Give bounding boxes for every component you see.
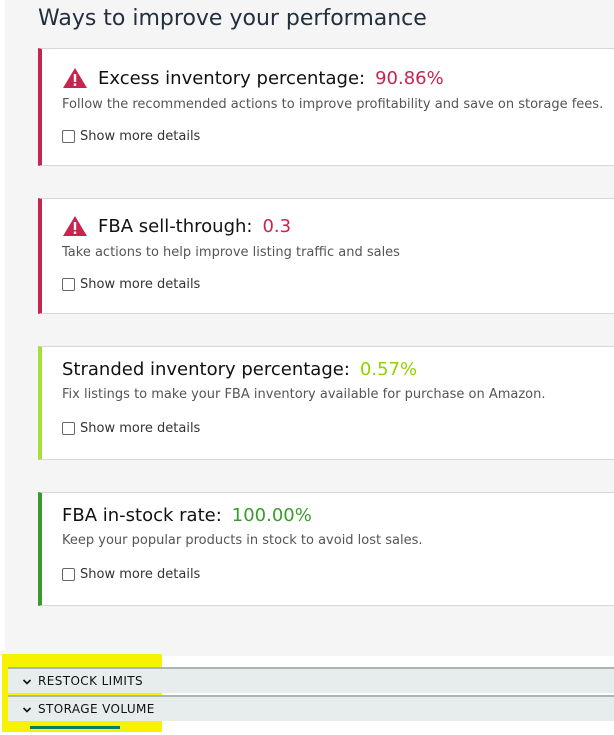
section-title: Ways to improve your performance [38,6,427,31]
storage-volume-label: STORAGE VOLUME [38,702,155,716]
card-fba-in-stock-rate: FBA in-stock rate: 100.00% Keep your pop… [38,492,614,606]
warning-triangle-icon [62,215,88,237]
card-header: Excess inventory percentage: 90.86% [62,67,444,89]
show-more-details-toggle[interactable]: Show more details [62,129,200,144]
show-more-details-toggle[interactable]: Show more details [62,277,200,292]
metric-label: Stranded inventory percentage: [62,359,350,380]
metric-value: 0.57% [359,359,418,380]
card-header: FBA sell-through: 0.3 [62,215,291,237]
show-more-details-toggle[interactable]: Show more details [62,567,200,582]
show-details-checkbox[interactable] [62,278,75,291]
metric-label: Excess inventory percentage: [98,67,366,89]
restock-limits-accordion[interactable]: RESTOCK LIMITS [8,667,614,693]
performance-panel: Ways to improve your performance Excess … [0,0,614,656]
show-details-checkbox[interactable] [62,422,75,435]
show-more-details-toggle[interactable]: Show more details [62,421,200,436]
show-details-label: Show more details [80,421,201,436]
show-details-label: Show more details [80,129,201,144]
show-details-checkbox[interactable] [62,568,75,581]
metric-value: 90.86% [375,67,444,89]
chevron-down-icon [20,674,34,688]
card-header: Stranded inventory percentage: 0.57% [62,359,417,380]
metric-description: Keep your popular products in stock to a… [62,533,423,548]
metric-description: Fix listings to make your FBA inventory … [62,387,546,402]
metric-value: 100.00% [231,505,312,526]
show-details-label: Show more details [80,277,201,292]
card-header: FBA in-stock rate: 100.00% [62,505,312,526]
storage-volume-accordion[interactable]: STORAGE VOLUME [8,695,614,721]
metric-description: Take actions to help improve listing tra… [62,245,400,260]
show-details-checkbox[interactable] [62,130,75,143]
metric-value: 0.3 [262,215,292,237]
chevron-down-icon [20,702,34,716]
restock-limits-label: RESTOCK LIMITS [38,674,144,688]
metric-label: FBA in-stock rate: [62,505,222,526]
card-stranded-inventory: Stranded inventory percentage: 0.57% Fix… [38,346,614,460]
show-details-label: Show more details [80,567,201,582]
metric-label: FBA sell-through: [98,215,253,237]
card-excess-inventory: Excess inventory percentage: 90.86% Foll… [38,48,614,166]
left-gutter [0,0,5,650]
progress-indicator [30,726,120,729]
warning-triangle-icon [62,67,88,89]
page: Ways to improve your performance Excess … [0,0,614,735]
card-fba-sell-through: FBA sell-through: 0.3 Take actions to he… [38,198,614,314]
metric-description: Follow the recommended actions to improv… [62,97,604,112]
